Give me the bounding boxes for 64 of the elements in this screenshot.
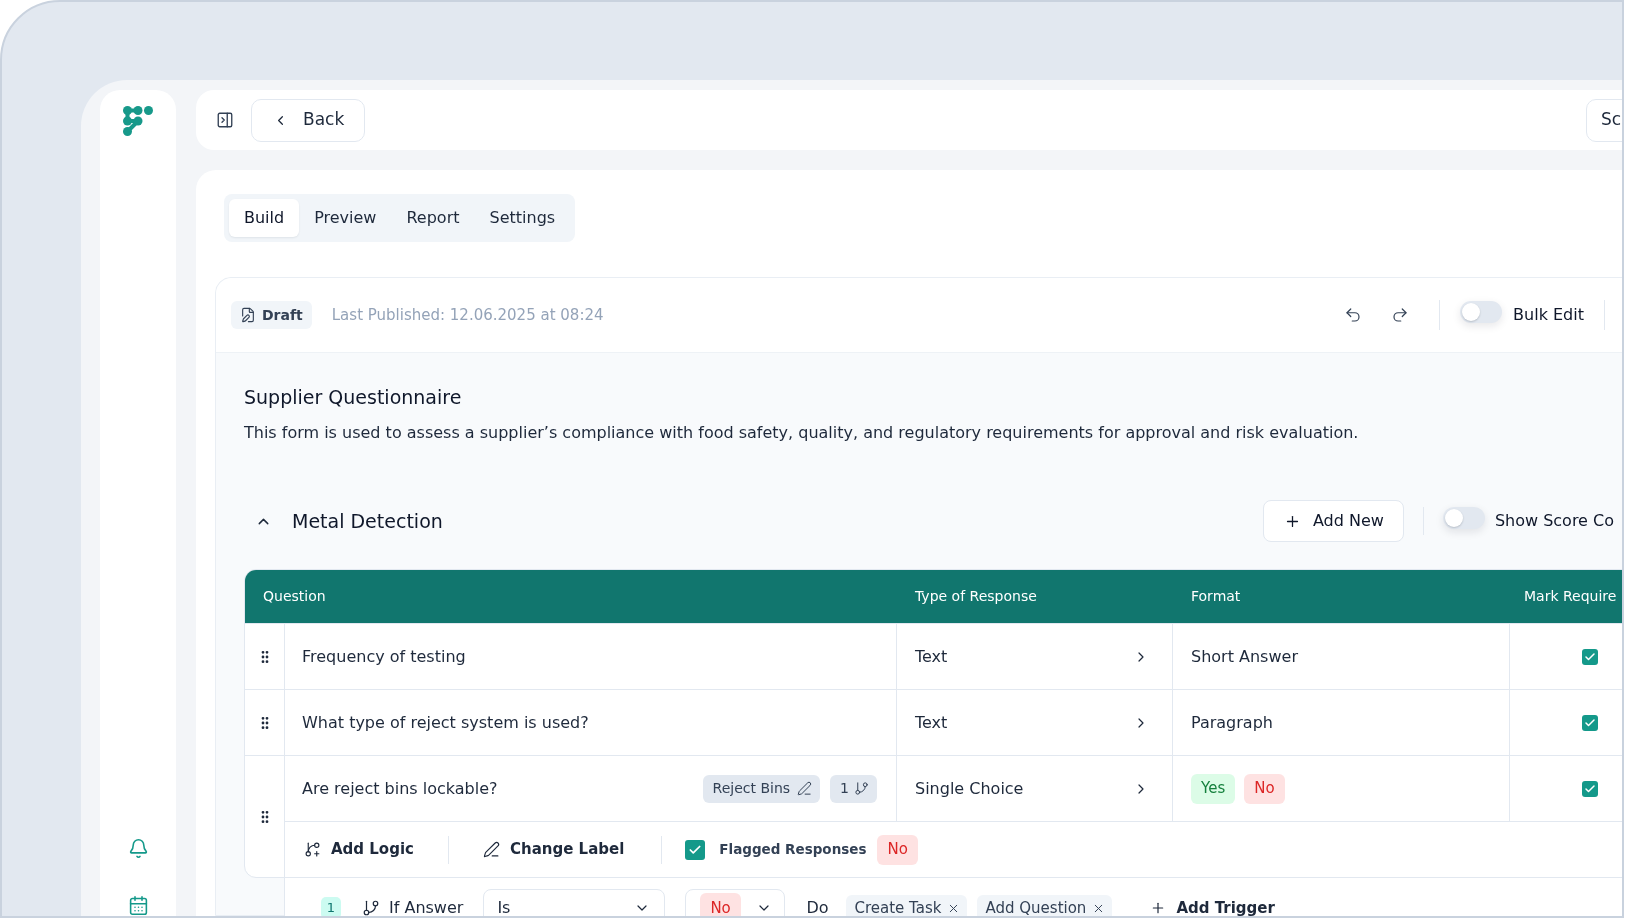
flagged-answer: No	[877, 834, 918, 865]
branch-icon	[362, 899, 380, 916]
check-icon	[1584, 782, 1596, 795]
add-trigger-button[interactable]: Add Trigger	[1150, 896, 1275, 916]
bulk-edit-toggle[interactable]	[1460, 300, 1503, 323]
pen-line-icon	[797, 781, 813, 796]
file-pen-icon	[240, 307, 256, 323]
column-header: Mark Require	[1524, 588, 1617, 604]
checkbox[interactable]	[1582, 780, 1598, 797]
checkbox[interactable]	[685, 839, 706, 860]
response-type-text: Text	[915, 645, 948, 668]
add-logic-button[interactable]: Add Logic	[304, 838, 414, 861]
column-header: Format	[1191, 588, 1241, 604]
last-published-text: Last Published: 12.06.2025 at 08:24	[331, 304, 604, 326]
question-text: Frequency of testing	[302, 645, 466, 668]
redo-icon[interactable]	[1391, 306, 1410, 324]
answer-option: No	[1244, 773, 1285, 804]
add-new-button[interactable]: Add New	[1262, 500, 1404, 542]
flagged-responses-label: Flagged Responses	[719, 840, 867, 860]
score-toggle[interactable]	[1442, 506, 1485, 529]
checkbox[interactable]	[1582, 648, 1598, 665]
label-tag[interactable]: Reject Bins	[702, 774, 821, 803]
sidebar-toggle-icon[interactable]	[216, 111, 234, 129]
action-intro-text: Do	[806, 897, 829, 916]
bell-icon[interactable]	[127, 838, 149, 859]
check-icon	[1584, 716, 1596, 729]
pen-line-icon	[482, 841, 500, 858]
action-label: Add Question	[985, 897, 1087, 916]
calendar-icon[interactable]	[127, 895, 149, 916]
top-bar-button[interactable]: Sc	[1586, 98, 1622, 142]
answer-option: Yes	[1191, 773, 1236, 804]
branch-icon	[854, 781, 869, 796]
question-text: Are reject bins lockable?	[302, 777, 498, 800]
logo-icon	[123, 106, 153, 136]
rule-number: 1	[321, 897, 341, 916]
branch-plus-icon	[304, 841, 321, 858]
format-text: Paragraph	[1191, 711, 1273, 734]
section-title: Metal Detection	[292, 508, 443, 534]
question-text: What type of reject system is used?	[302, 711, 589, 734]
status-text: Draft	[262, 305, 303, 325]
response-type-text: Text	[915, 711, 948, 734]
answer-value: No	[700, 893, 741, 916]
answer-select[interactable]: No	[685, 889, 786, 916]
column-header: Type of Response	[915, 588, 1037, 604]
column-header: Question	[263, 588, 326, 604]
back-button[interactable]: Back	[251, 98, 366, 142]
check-icon	[1584, 650, 1596, 663]
tab[interactable]: Settings	[474, 199, 571, 237]
tab[interactable]: Report	[391, 199, 475, 237]
format-text: Short Answer	[1191, 645, 1298, 668]
condition-text: If Answer	[389, 897, 464, 916]
checkbox[interactable]	[1582, 714, 1598, 731]
logic-count-tag[interactable]: 1	[830, 774, 877, 803]
form-title: Supplier Questionnaire	[244, 385, 462, 410]
response-type-text: Single Choice	[915, 777, 1024, 800]
action-label: Create Task	[854, 897, 942, 916]
operator-select[interactable]: Is	[483, 889, 666, 916]
undo-icon[interactable]	[1344, 306, 1363, 324]
change-label-button[interactable]: Change Label	[482, 838, 625, 861]
tab[interactable]: Build	[229, 199, 300, 237]
score-toggle-label: Show Score Co	[1494, 510, 1614, 532]
tab[interactable]: Preview	[299, 199, 392, 237]
bulk-edit-label: Bulk Edit	[1513, 304, 1584, 326]
form-description: This form is used to assess a supplier’s compliance with food safety, quality, and regulatory requirements for approval and risk evaluation.	[244, 422, 1359, 444]
